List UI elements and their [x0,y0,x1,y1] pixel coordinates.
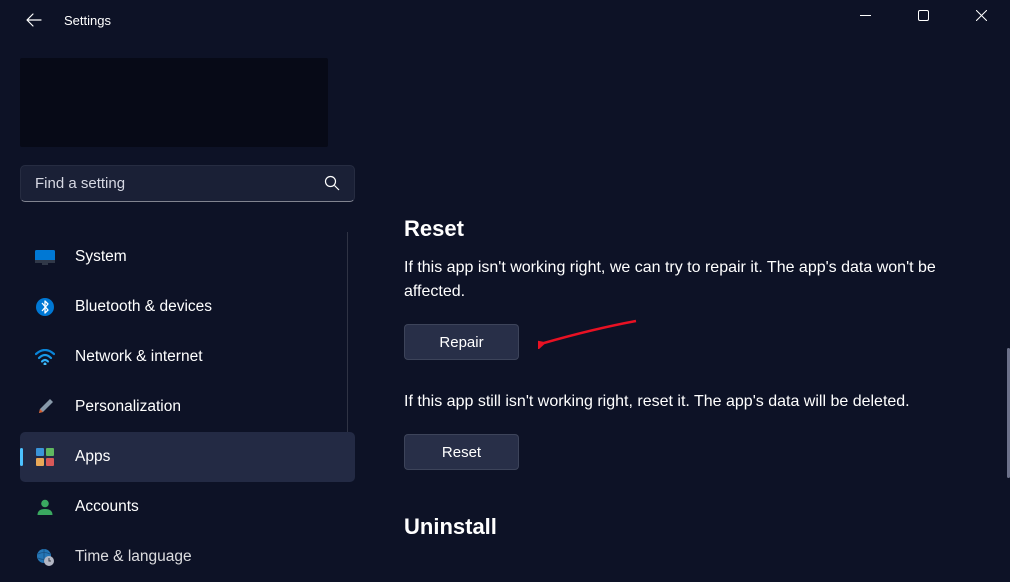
bluetooth-icon [35,297,55,317]
reset-heading: Reset [404,216,970,242]
person-icon [35,497,55,517]
close-icon [976,10,987,21]
sidebar-item-label: Personalization [75,398,181,416]
sidebar: System Bluetooth & devices [0,40,362,582]
profile-block [20,58,328,147]
sidebar-item-apps[interactable]: Apps [20,432,355,482]
sidebar-item-bluetooth[interactable]: Bluetooth & devices [20,282,355,332]
sidebar-item-label: System [75,248,127,266]
search-input[interactable] [35,175,324,192]
maximize-icon [918,10,929,21]
sidebar-item-accounts[interactable]: Accounts [20,482,355,532]
sidebar-item-network[interactable]: Network & internet [20,332,355,382]
back-button[interactable] [18,4,50,36]
minimize-button[interactable] [836,0,894,30]
maximize-button[interactable] [894,0,952,30]
back-arrow-icon [26,12,42,28]
sidebar-item-label: Network & internet [75,348,203,366]
nav-list: System Bluetooth & devices [20,232,354,582]
sidebar-item-time[interactable]: Time & language [20,532,355,582]
search-icon [324,175,340,191]
repair-description: If this app isn't working right, we can … [404,256,964,304]
monitor-icon [35,247,55,267]
main-content: Reset If this app isn't working right, w… [362,40,1010,582]
search-input-container[interactable] [20,165,355,202]
sidebar-item-label: Time & language [75,548,192,566]
window-title: Settings [64,13,111,28]
repair-button[interactable]: Repair [404,324,519,360]
reset-button[interactable]: Reset [404,434,519,470]
titlebar: Settings [0,0,1010,40]
apps-icon [35,447,55,467]
sidebar-item-label: Bluetooth & devices [75,298,212,316]
sidebar-item-personalization[interactable]: Personalization [20,382,355,432]
sidebar-item-label: Accounts [75,498,139,516]
paintbrush-icon [35,397,55,417]
sidebar-item-label: Apps [75,448,110,466]
wifi-icon [35,347,55,367]
close-button[interactable] [952,0,1010,30]
uninstall-heading: Uninstall [404,514,970,540]
window-controls [836,0,1010,30]
minimize-icon [860,10,871,21]
globe-clock-icon [35,547,55,567]
sidebar-item-system[interactable]: System [20,232,355,282]
reset-description: If this app still isn't working right, r… [404,390,970,414]
